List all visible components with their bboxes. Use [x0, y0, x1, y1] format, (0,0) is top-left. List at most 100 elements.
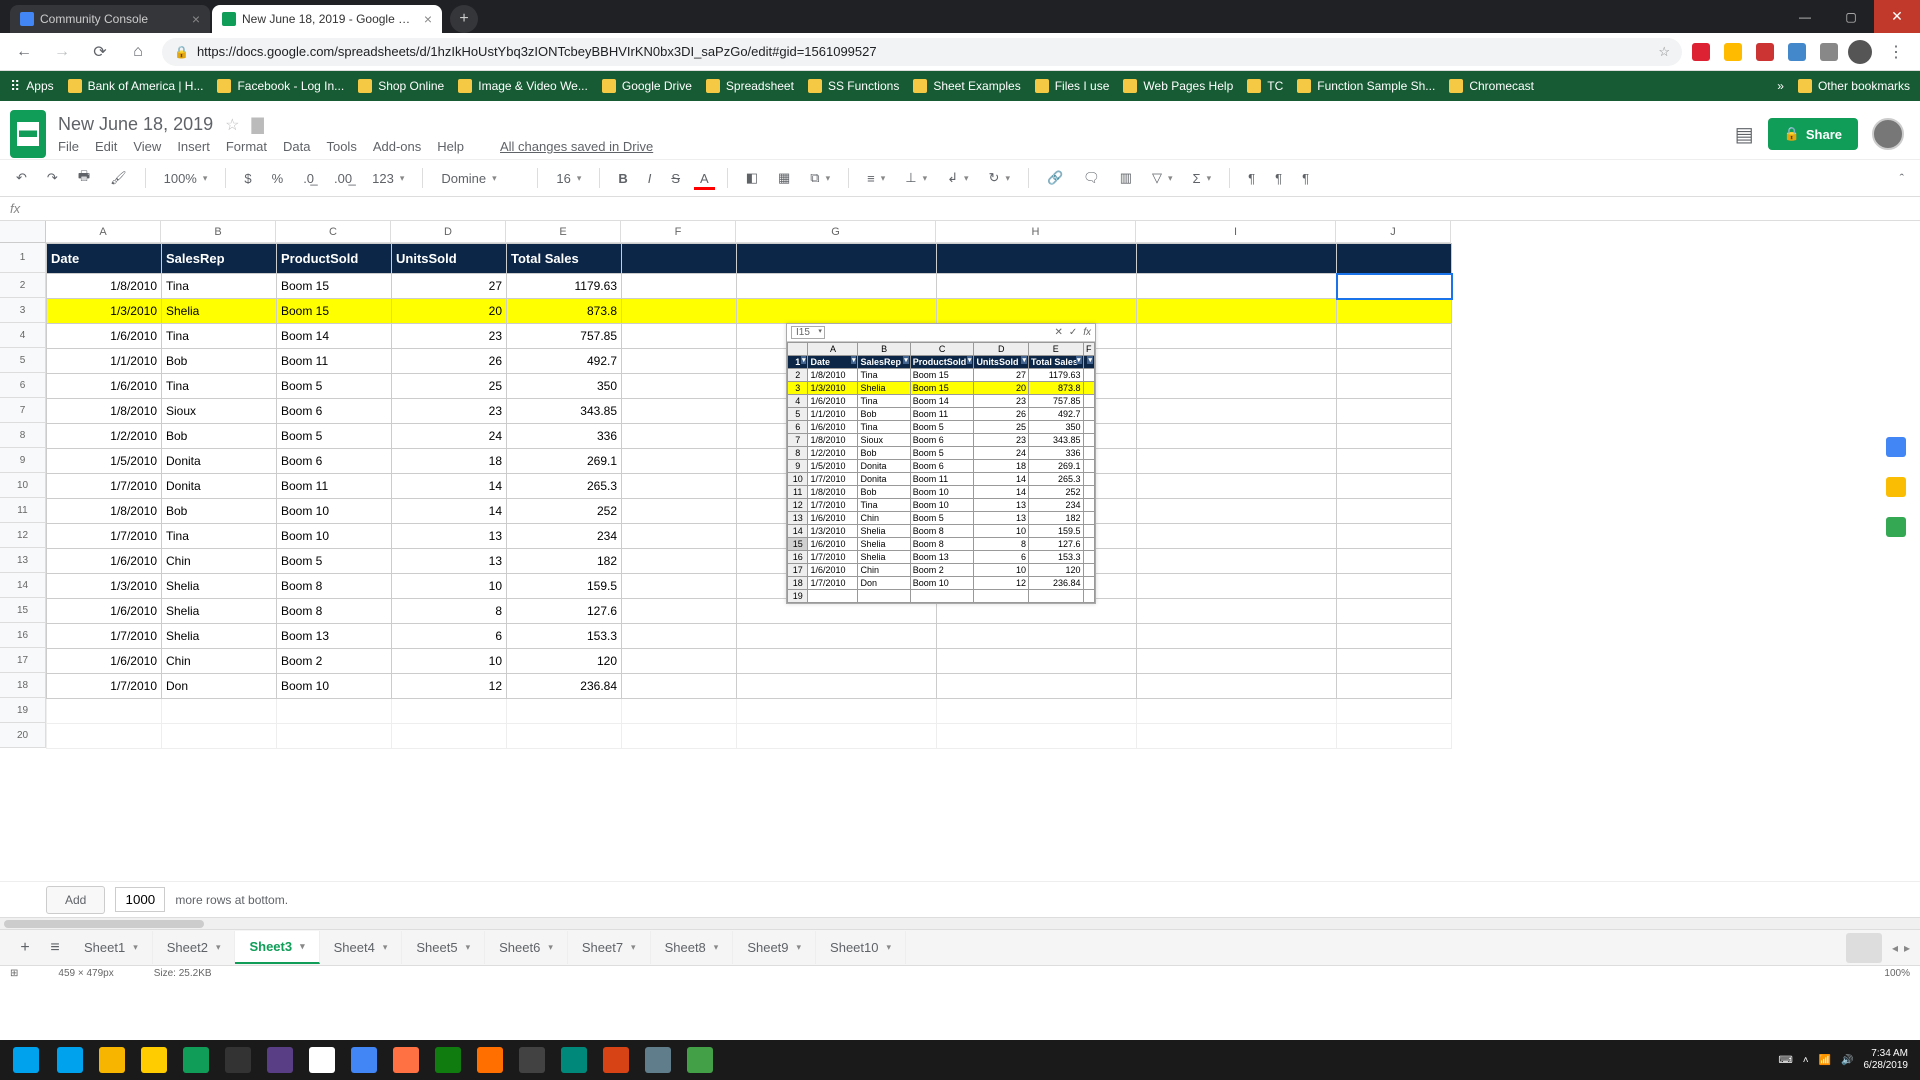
back-button[interactable]: ← — [10, 38, 38, 66]
menu-tools[interactable]: Tools — [326, 139, 356, 154]
rtl-button[interactable]: ¶ — [1269, 167, 1288, 190]
system-clock[interactable]: 7:34 AM 6/28/2019 — [1864, 1048, 1915, 1072]
increase-decimal-button[interactable]: .00̲ — [328, 167, 358, 190]
row-header[interactable]: 18 — [0, 673, 46, 698]
star-icon[interactable]: ☆ — [225, 115, 239, 135]
font-select[interactable]: Domine — [435, 167, 525, 190]
column-header[interactable]: J — [1336, 221, 1451, 243]
window-close-icon[interactable]: ✕ — [1874, 0, 1920, 33]
ext-icon[interactable] — [1756, 43, 1774, 61]
sheet-tab[interactable]: Sheet1 — [70, 931, 153, 964]
sheet-tab[interactable]: Sheet5 — [402, 931, 485, 964]
sheet-tab[interactable]: Sheet2 — [153, 931, 236, 964]
row-header[interactable]: 1 — [0, 243, 46, 273]
star-icon[interactable]: ☆ — [1658, 44, 1670, 60]
row-header[interactable]: 17 — [0, 648, 46, 673]
share-button[interactable]: 🔒 Share — [1768, 118, 1858, 150]
taskbar-app[interactable] — [596, 1043, 636, 1077]
bookmark-item[interactable]: Shop Online — [358, 79, 444, 93]
menu-view[interactable]: View — [133, 139, 161, 154]
taskbar-app[interactable] — [512, 1043, 552, 1077]
start-button[interactable] — [6, 1043, 46, 1077]
undo-button[interactable]: ↶ — [10, 166, 33, 190]
sheet-tab[interactable]: Sheet4 — [320, 931, 403, 964]
redo-button[interactable]: ↷ — [41, 166, 64, 190]
row-header[interactable]: 10 — [0, 473, 46, 498]
menu-insert[interactable]: Insert — [177, 139, 210, 154]
all-sheets-button[interactable]: ≡ — [40, 933, 70, 963]
column-header[interactable]: H — [936, 221, 1136, 243]
borders-button[interactable]: ▦ — [772, 166, 796, 190]
valign-button[interactable]: ⊥ — [899, 166, 933, 190]
decrease-decimal-button[interactable]: .0̲ — [297, 167, 320, 190]
menu-add-ons[interactable]: Add-ons — [373, 139, 421, 154]
row-header[interactable]: 5 — [0, 348, 46, 373]
row-header[interactable]: 4 — [0, 323, 46, 348]
rotate-button[interactable]: ↻ — [983, 166, 1016, 190]
column-header[interactable]: D — [391, 221, 506, 243]
bookmark-item[interactable]: SS Functions — [808, 79, 899, 93]
halign-button[interactable]: ≡ — [861, 167, 891, 190]
print-button[interactable]: 🖶 — [72, 163, 96, 193]
column-header[interactable]: C — [276, 221, 391, 243]
taskbar-app[interactable] — [260, 1043, 300, 1077]
ext-icon[interactable] — [1788, 43, 1806, 61]
taskbar-app[interactable] — [428, 1043, 468, 1077]
zoom-select[interactable]: 100% — [158, 167, 214, 190]
bookmark-item[interactable]: Google Drive — [602, 79, 692, 93]
window-minimize-icon[interactable]: — — [1782, 0, 1828, 33]
keep-icon[interactable] — [1886, 477, 1906, 497]
column-header[interactable]: E — [506, 221, 621, 243]
bookmark-item[interactable]: Function Sample Sh... — [1297, 79, 1435, 93]
bookmark-apps[interactable]: ⠿ Apps — [10, 78, 54, 95]
column-header[interactable]: A — [46, 221, 161, 243]
taskbar-app[interactable] — [302, 1043, 342, 1077]
wrap-button[interactable]: ↲ — [941, 166, 974, 190]
ext-icon[interactable] — [1724, 43, 1742, 61]
tray-keyboard-icon[interactable]: ⌨ — [1778, 1055, 1792, 1066]
taskbar-app[interactable] — [176, 1043, 216, 1077]
menu-data[interactable]: Data — [283, 139, 310, 154]
row-header[interactable]: 6 — [0, 373, 46, 398]
column-header[interactable]: G — [736, 221, 936, 243]
ext-icon[interactable] — [1820, 43, 1838, 61]
bookmark-item[interactable]: TC — [1247, 79, 1283, 93]
row-header[interactable]: 7 — [0, 398, 46, 423]
sheet-tab[interactable]: Sheet7 — [568, 931, 651, 964]
tasks-icon[interactable] — [1886, 517, 1906, 537]
row-header[interactable]: 20 — [0, 723, 46, 748]
folder-icon[interactable]: ▇ — [251, 115, 263, 135]
menu-edit[interactable]: Edit — [95, 139, 117, 154]
link-button[interactable]: 🔗 — [1041, 166, 1069, 190]
taskbar-app[interactable] — [554, 1043, 594, 1077]
row-header[interactable]: 19 — [0, 698, 46, 723]
sheet-tab[interactable]: Sheet10 — [816, 931, 906, 964]
number-format-select[interactable]: 123 — [366, 167, 410, 190]
embedded-image[interactable]: I15 ✕✓fx ABCDEF1DateSalesRepProductSoldU… — [786, 323, 1096, 604]
bookmark-item[interactable]: Files I use — [1035, 79, 1110, 93]
bookmark-item[interactable]: Spreadsheet — [706, 79, 794, 93]
chart-button[interactable]: ▥ — [1114, 166, 1138, 190]
add-rows-button[interactable]: Add — [46, 886, 105, 914]
forward-button[interactable]: → — [48, 38, 76, 66]
comments-icon[interactable]: ▤ — [1735, 122, 1754, 147]
sheet-tab[interactable]: Sheet6 — [485, 931, 568, 964]
taskbar-app[interactable] — [92, 1043, 132, 1077]
bookmark-overflow[interactable]: » — [1777, 79, 1784, 93]
tray-up-icon[interactable]: ˄ — [1803, 1055, 1809, 1066]
row-header[interactable]: 2 — [0, 273, 46, 298]
row-headers[interactable]: 1234567891011121314151617181920 — [0, 243, 46, 749]
home-button[interactable]: ⌂ — [124, 38, 152, 66]
filter-button[interactable]: ▽ — [1146, 166, 1179, 190]
currency-button[interactable]: $ — [238, 167, 257, 190]
fill-color-button[interactable]: ◧ — [740, 166, 764, 190]
bookmark-item[interactable]: Image & Video We... — [458, 79, 588, 93]
tab-close-icon[interactable]: × — [192, 11, 200, 27]
bookmark-item[interactable]: Bank of America | H... — [68, 79, 204, 93]
data-table[interactable]: DateSalesRepProductSoldUnitsSoldTotal Sa… — [46, 243, 1452, 749]
taskbar-app[interactable] — [386, 1043, 426, 1077]
formula-bar[interactable]: fx — [0, 197, 1920, 221]
tab-close-icon[interactable]: × — [424, 11, 432, 27]
font-size-select[interactable]: 16 — [550, 167, 587, 190]
menu-format[interactable]: Format — [226, 139, 267, 154]
